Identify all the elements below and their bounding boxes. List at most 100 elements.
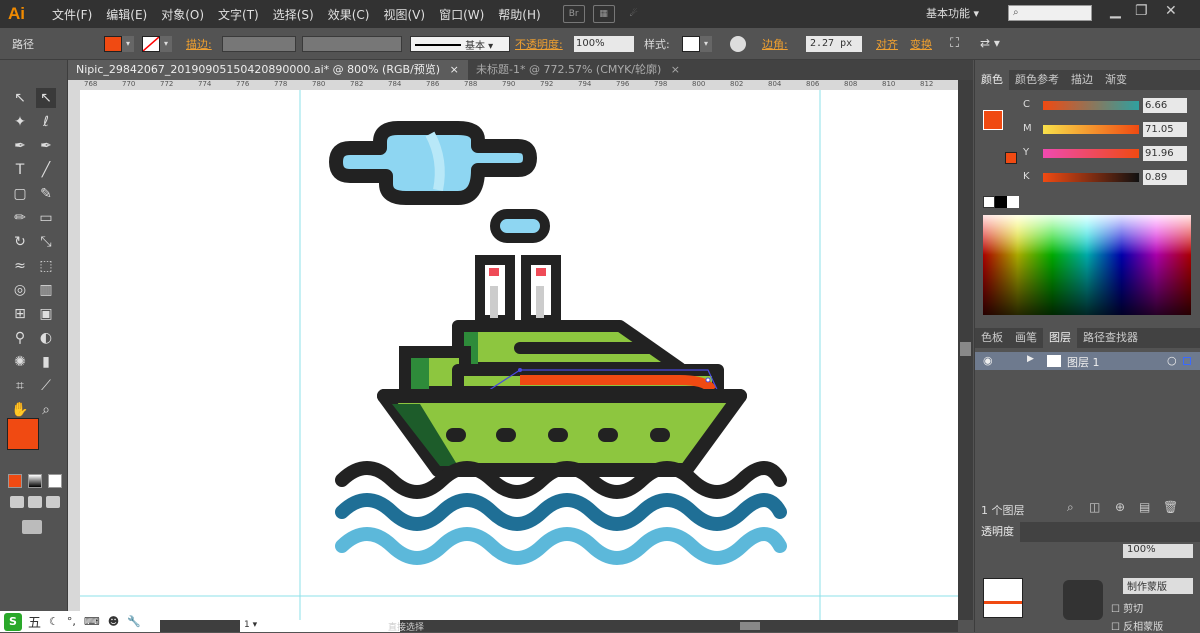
free-transform-icon[interactable]: ⬚ bbox=[36, 256, 56, 276]
graphic-style-swatch[interactable] bbox=[682, 36, 700, 52]
scroll-thumb[interactable] bbox=[960, 342, 971, 356]
yellow-bar[interactable] bbox=[1043, 149, 1139, 158]
make-mask-button[interactable]: 制作蒙版 bbox=[1123, 578, 1193, 594]
panel-fill-swatch[interactable] bbox=[983, 110, 1003, 130]
stroke-dropdown[interactable]: ▾ bbox=[160, 36, 172, 52]
selection-tool-icon[interactable]: ↖ bbox=[10, 88, 30, 108]
opacity-label[interactable]: 不透明度: bbox=[515, 36, 563, 52]
layer-row[interactable]: ◉ ▶ 图层 1 ○ bbox=[975, 352, 1200, 370]
new-sublayer-icon[interactable]: ⊕ bbox=[1115, 500, 1125, 514]
cyan-bar[interactable] bbox=[1043, 101, 1139, 110]
black-value[interactable]: 0.89 bbox=[1143, 170, 1187, 185]
tab-stroke[interactable]: 描边 bbox=[1065, 70, 1099, 90]
tab-gradient[interactable]: 渐变 bbox=[1099, 70, 1133, 90]
transform-link[interactable]: 变换 bbox=[910, 36, 932, 52]
expand-triangle-icon[interactable]: ▶ bbox=[1027, 354, 1034, 364]
align-link[interactable]: 对齐 bbox=[876, 36, 898, 52]
tab-untitled[interactable]: 未标题-1* @ 772.57% (CMYK/轮廓) × bbox=[468, 60, 698, 80]
magenta-slider[interactable]: M 71.05 bbox=[1023, 122, 1193, 138]
gradient-mode-button[interactable] bbox=[28, 474, 42, 488]
vertical-scrollbar[interactable] bbox=[958, 80, 973, 620]
close-icon[interactable]: ✕ bbox=[1165, 3, 1177, 19]
panel-menu-icon[interactable]: ⇄ ▾ bbox=[980, 36, 1000, 50]
tab-pathfinder[interactable]: 路径查找器 bbox=[1077, 328, 1144, 348]
white-color-swatch[interactable] bbox=[1007, 196, 1019, 208]
shape-builder-icon[interactable]: ◎ bbox=[10, 280, 30, 300]
column-graph-icon[interactable]: ▮ bbox=[36, 352, 56, 372]
menu-view[interactable]: 视图(V) bbox=[383, 6, 425, 23]
zoom-field[interactable]: 1 ▾ bbox=[240, 620, 400, 632]
type-tool-icon[interactable]: T bbox=[10, 160, 30, 180]
artboard-icon[interactable]: ⌗ bbox=[10, 376, 30, 396]
color-mode-button[interactable] bbox=[8, 474, 22, 488]
lasso-icon[interactable]: ℓ bbox=[36, 112, 56, 132]
symbol-sprayer-icon[interactable]: ✺ bbox=[10, 352, 30, 372]
cyan-slider[interactable]: C 6.66 bbox=[1023, 98, 1193, 114]
zoom-icon[interactable]: ⌕ bbox=[36, 400, 56, 420]
invert-mask-checkbox[interactable]: ☐ 反相蒙版 bbox=[1111, 618, 1163, 633]
black-color-swatch[interactable] bbox=[995, 196, 1007, 208]
fill-swatch[interactable] bbox=[104, 36, 122, 52]
tab-nipic[interactable]: Nipic_29842067_20190905150420890000.ai* … bbox=[68, 60, 468, 80]
menu-window[interactable]: 窗口(W) bbox=[439, 6, 484, 23]
direct-selection-tool-icon[interactable]: ↖ bbox=[36, 88, 56, 108]
paintbrush-icon[interactable]: ✎ bbox=[36, 184, 56, 204]
corner-label[interactable]: 边角: bbox=[762, 36, 788, 52]
tab-swatches[interactable]: 色板 bbox=[975, 328, 1009, 348]
blend-icon[interactable]: ◐ bbox=[36, 328, 56, 348]
slice-icon[interactable]: ⟋ bbox=[36, 376, 56, 396]
make-clip-mask-icon[interactable]: ◫ bbox=[1089, 500, 1100, 514]
tab-brushes[interactable]: 画笔 bbox=[1009, 328, 1043, 348]
sogou-icon[interactable]: S bbox=[4, 612, 22, 631]
screen-mode-icon[interactable] bbox=[22, 520, 42, 534]
variable-width-profile[interactable] bbox=[302, 36, 402, 52]
bridge-button[interactable]: Br bbox=[562, 5, 585, 23]
clip-checkbox[interactable]: ☐ 剪切 bbox=[1111, 600, 1143, 615]
isolate-icon[interactable]: ⛶ bbox=[950, 36, 959, 51]
draw-behind-icon[interactable] bbox=[28, 496, 42, 508]
yellow-value[interactable]: 91.96 bbox=[1143, 146, 1187, 161]
magenta-bar[interactable] bbox=[1043, 125, 1139, 134]
maximize-icon[interactable]: ❐ bbox=[1135, 3, 1148, 19]
tab-color[interactable]: 颜色 bbox=[975, 70, 1009, 90]
stroke-label[interactable]: 描边: bbox=[186, 36, 212, 52]
tab-close-icon[interactable]: × bbox=[671, 63, 680, 76]
pencil-icon[interactable]: ✏ bbox=[10, 208, 30, 228]
fill-color-box[interactable] bbox=[7, 418, 39, 450]
warp-icon[interactable]: ≈ bbox=[10, 256, 30, 276]
tab-close-icon[interactable]: × bbox=[450, 63, 459, 76]
eraser-icon[interactable]: ▭ bbox=[36, 208, 56, 228]
none-mode-button[interactable] bbox=[48, 474, 62, 488]
layer-name[interactable]: 图层 1 bbox=[1067, 354, 1100, 370]
yellow-slider[interactable]: Y 91.96 bbox=[1023, 146, 1193, 162]
none-color-swatch[interactable] bbox=[983, 196, 995, 208]
menu-effect[interactable]: 效果(C) bbox=[328, 6, 370, 23]
horizontal-scrollbar[interactable]: 1 ▾ 直接选择 bbox=[80, 620, 958, 633]
draw-inside-icon[interactable] bbox=[46, 496, 60, 508]
gradient-icon[interactable]: ▣ bbox=[36, 304, 56, 324]
minimize-icon[interactable]: ▁ bbox=[1110, 3, 1121, 19]
user-icon[interactable]: ☻ bbox=[108, 615, 119, 628]
black-bar[interactable] bbox=[1043, 173, 1139, 182]
arrange-documents-icon[interactable]: ▦ bbox=[592, 5, 615, 23]
workspace-switcher[interactable]: 基本功能 ▾ bbox=[926, 5, 979, 21]
stroke-swatch[interactable] bbox=[142, 36, 160, 52]
selection-indicator[interactable] bbox=[1183, 357, 1191, 365]
magic-wand-icon[interactable]: ✦ bbox=[10, 112, 30, 132]
hscroll-thumb[interactable] bbox=[740, 622, 760, 630]
black-slider[interactable]: K 0.89 bbox=[1023, 170, 1193, 186]
transparency-opacity-field[interactable]: 100% bbox=[1123, 544, 1193, 558]
scale-icon[interactable]: ⤡ bbox=[36, 232, 56, 252]
menu-file[interactable]: 文件(F) bbox=[52, 6, 92, 23]
last-color-swatch[interactable] bbox=[1005, 152, 1017, 164]
menu-edit[interactable]: 编辑(E) bbox=[106, 6, 147, 23]
tab-transparency[interactable]: 透明度 bbox=[975, 522, 1020, 542]
mesh-icon[interactable]: ⊞ bbox=[10, 304, 30, 324]
menu-type[interactable]: 文字(T) bbox=[218, 6, 259, 23]
tab-layers[interactable]: 图层 bbox=[1043, 328, 1077, 348]
rectangle-tool-icon[interactable]: ▢ bbox=[10, 184, 30, 204]
graphic-style-dropdown[interactable]: ▾ bbox=[700, 36, 712, 52]
fill-dropdown[interactable]: ▾ bbox=[122, 36, 134, 52]
curvature-icon[interactable]: ✒ bbox=[36, 136, 56, 156]
rotate-icon[interactable]: ↻ bbox=[10, 232, 30, 252]
